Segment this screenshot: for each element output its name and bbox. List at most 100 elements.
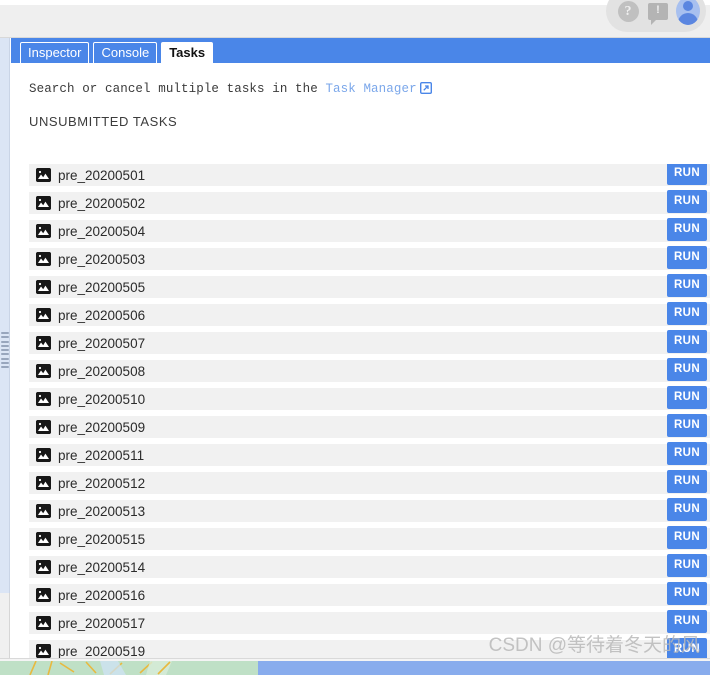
splitter-tail: [0, 593, 10, 658]
tab-tasks[interactable]: Tasks: [161, 42, 214, 63]
task-manager-link[interactable]: Task Manager: [325, 82, 416, 96]
image-thumbnail-icon: [36, 476, 51, 490]
task-row[interactable]: pre_20200508 RUN: [29, 358, 710, 382]
task-name: pre_20200505: [58, 279, 146, 295]
task-row[interactable]: pre_20200504 RUN: [29, 218, 710, 242]
task-name: pre_20200508: [58, 363, 146, 379]
image-thumbnail-icon: [36, 616, 51, 630]
account-avatar[interactable]: [676, 0, 700, 25]
task-row[interactable]: pre_20200519 RUN: [29, 638, 710, 659]
run-button[interactable]: RUN: [667, 414, 707, 437]
run-button[interactable]: RUN: [667, 302, 707, 325]
task-name: pre_20200503: [58, 251, 146, 267]
image-thumbnail-icon: [36, 532, 51, 546]
image-thumbnail-icon: [36, 560, 51, 574]
task-name: pre_20200515: [58, 531, 146, 547]
avatar-body: [678, 13, 698, 25]
task-row[interactable]: pre_20200501 RUN: [29, 164, 710, 186]
task-row[interactable]: pre_20200515 RUN: [29, 526, 710, 550]
app-root: ? ! Inspector Console Tasks Search or ca…: [0, 0, 710, 675]
grip-line: [1, 366, 9, 368]
grip-line: [1, 353, 9, 356]
task-row[interactable]: pre_20200505 RUN: [29, 274, 710, 298]
task-name: pre_20200506: [58, 307, 146, 323]
task-name: pre_20200516: [58, 587, 146, 603]
run-button[interactable]: RUN: [667, 526, 707, 549]
help-icon[interactable]: ?: [616, 0, 640, 23]
run-button[interactable]: RUN: [667, 246, 707, 269]
task-name: pre_20200513: [58, 503, 146, 519]
image-thumbnail-icon: [36, 168, 51, 182]
task-row[interactable]: pre_20200511 RUN: [29, 442, 710, 466]
task-row[interactable]: pre_20200513 RUN: [29, 498, 710, 522]
task-list: pre_20200501 RUN pre_20200502 RUN pre_202005…: [29, 164, 710, 658]
image-thumbnail-icon: [36, 644, 51, 658]
run-button[interactable]: RUN: [667, 442, 707, 465]
run-button[interactable]: RUN: [667, 274, 707, 297]
devtools-tabbar: Inspector Console Tasks: [11, 38, 710, 63]
task-row[interactable]: pre_20200507 RUN: [29, 330, 710, 354]
task-row[interactable]: pre_20200506 RUN: [29, 302, 710, 326]
run-button[interactable]: RUN: [667, 470, 707, 493]
task-name: pre_20200517: [58, 615, 146, 631]
task-name: pre_20200519: [58, 643, 146, 659]
task-row[interactable]: pre_20200517 RUN: [29, 610, 710, 634]
task-row[interactable]: pre_20200509 RUN: [29, 414, 710, 438]
feedback-icon-glyph: !: [648, 2, 668, 25]
image-thumbnail-icon: [36, 588, 51, 602]
task-row[interactable]: pre_20200510 RUN: [29, 386, 710, 410]
image-thumbnail-icon: [36, 308, 51, 322]
image-thumbnail-icon: [36, 224, 51, 238]
feedback-icon[interactable]: !: [646, 0, 670, 25]
grip-line: [1, 336, 9, 339]
task-name: pre_20200504: [58, 223, 146, 239]
task-name: pre_20200502: [58, 195, 146, 211]
run-button[interactable]: RUN: [667, 218, 707, 241]
image-thumbnail-icon: [36, 392, 51, 406]
task-row[interactable]: pre_20200514 RUN: [29, 554, 710, 578]
grip-line: [1, 361, 9, 364]
tab-inspector[interactable]: Inspector: [20, 42, 90, 63]
task-name: pre_20200512: [58, 475, 146, 491]
task-name: pre_20200511: [58, 447, 145, 463]
section-title-unsubmitted-tasks: UNSUBMITTED TASKS: [29, 114, 178, 129]
run-button[interactable]: RUN: [667, 330, 707, 353]
bottom-status-bar: [0, 661, 710, 675]
task-row[interactable]: pre_20200512 RUN: [29, 470, 710, 494]
run-button[interactable]: RUN: [667, 498, 707, 521]
run-button[interactable]: RUN: [667, 638, 707, 658]
tab-console[interactable]: Console: [93, 42, 158, 63]
grip-line: [1, 344, 9, 347]
task-name: pre_20200514: [58, 559, 146, 575]
avatar-head: [683, 1, 693, 11]
panel-description: Search or cancel multiple tasks in the T…: [29, 81, 710, 96]
run-button[interactable]: RUN: [667, 358, 707, 381]
task-row[interactable]: pre_20200516 RUN: [29, 582, 710, 606]
task-list-viewport: pre_20200501 RUN pre_20200502 RUN pre_202005…: [11, 164, 710, 658]
image-thumbnail-icon: [36, 280, 51, 294]
task-name: pre_20200509: [58, 419, 146, 435]
splitter-grip-icon[interactable]: [1, 332, 9, 368]
devtools-panel: Inspector Console Tasks Search or cancel…: [0, 38, 710, 658]
grip-line: [1, 340, 9, 343]
run-button[interactable]: RUN: [667, 164, 707, 185]
grip-line: [1, 357, 9, 360]
task-row[interactable]: pre_20200502 RUN: [29, 190, 710, 214]
run-button[interactable]: RUN: [667, 610, 707, 633]
run-button[interactable]: RUN: [667, 582, 707, 605]
image-thumbnail-icon: [36, 336, 51, 350]
image-thumbnail-icon: [36, 420, 51, 434]
image-thumbnail-icon: [36, 504, 51, 518]
run-button[interactable]: RUN: [667, 554, 707, 577]
run-button[interactable]: RUN: [667, 386, 707, 409]
header-icon-group: ? !: [606, 0, 706, 32]
panel-splitter[interactable]: [0, 38, 10, 658]
external-link-icon[interactable]: [419, 81, 432, 95]
task-name: pre_20200510: [58, 391, 146, 407]
image-thumbnail-icon: [36, 448, 51, 462]
task-row[interactable]: pre_20200503 RUN: [29, 246, 710, 270]
description-prefix: Search or cancel multiple tasks in the: [29, 82, 326, 96]
run-button[interactable]: RUN: [667, 190, 707, 213]
header-white-gap: [0, 0, 710, 5]
task-name: pre_20200501: [58, 167, 146, 183]
